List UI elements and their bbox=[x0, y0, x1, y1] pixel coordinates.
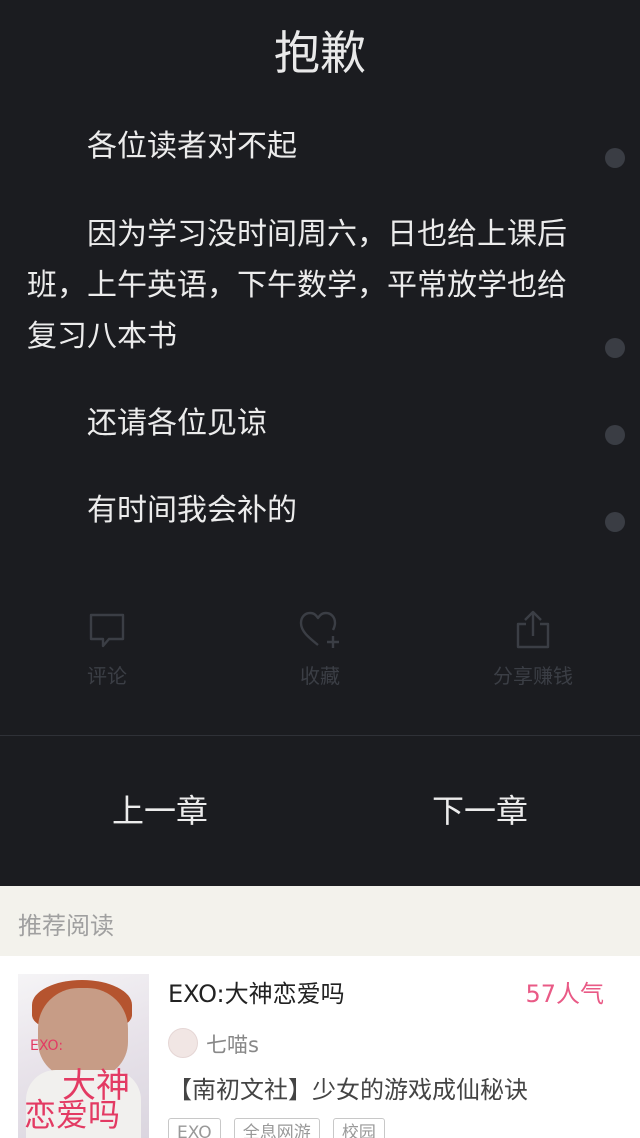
next-chapter-button[interactable]: 下一章 bbox=[320, 785, 640, 837]
share-label: 分享赚钱 bbox=[493, 664, 573, 688]
reader-panel[interactable]: 抱歉 各位读者对不起 因为学习没时间周六，日也给上课后班，上午英语，下午数学，平… bbox=[0, 0, 640, 886]
chapter-title: 抱歉 bbox=[274, 26, 366, 80]
page: 抱歉 各位读者对不起 因为学习没时间周六，日也给上课后班，上午英语，下午数学，平… bbox=[0, 0, 640, 1138]
divider bbox=[0, 735, 640, 736]
book-tag[interactable]: EXO bbox=[168, 1118, 221, 1138]
author-avatar bbox=[168, 1028, 198, 1058]
book-tags: EXO 全息网游 校园 bbox=[168, 1118, 393, 1138]
share-button[interactable]: 分享赚钱 bbox=[463, 610, 603, 689]
book-cover-image[interactable]: EXO: 大神 恋爱吗 bbox=[18, 974, 149, 1138]
favorite-label: 收藏 bbox=[300, 664, 340, 688]
heart-plus-icon bbox=[299, 611, 339, 648]
paragraph-comment-dot[interactable] bbox=[605, 148, 625, 168]
share-upload-icon bbox=[516, 610, 550, 649]
recommend-header: 推荐阅读 bbox=[0, 886, 640, 956]
chapter-paragraph-4: 有时间我会补的 bbox=[87, 493, 297, 528]
recommended-book-card[interactable]: EXO: 大神 恋爱吗 EXO:大神恋爱吗 57人气 七喵s 【南初文社】少女的… bbox=[0, 956, 640, 1138]
cover-text-exo: EXO: bbox=[30, 1038, 64, 1054]
book-title[interactable]: EXO:大神恋爱吗 bbox=[168, 974, 345, 1009]
comment-bubble-icon bbox=[89, 613, 125, 648]
prev-chapter-button[interactable]: 上一章 bbox=[0, 785, 320, 837]
chapter-actions: 评论 收藏 分享赚钱 bbox=[0, 610, 640, 710]
author-name: 七喵s bbox=[206, 1033, 259, 1057]
paragraph-comment-dot[interactable] bbox=[605, 512, 625, 532]
cover-text-line2: 恋爱吗 bbox=[24, 1096, 121, 1134]
favorite-button[interactable]: 收藏 bbox=[250, 610, 390, 689]
paragraph-comment-dot[interactable] bbox=[605, 338, 625, 358]
book-description: 【南初文社】少女的游戏成仙秘诀 bbox=[168, 1076, 528, 1104]
book-tag[interactable]: 全息网游 bbox=[233, 1118, 320, 1138]
comment-label: 评论 bbox=[87, 664, 127, 688]
recommend-header-label: 推荐阅读 bbox=[18, 912, 114, 940]
paragraph-comment-dot[interactable] bbox=[605, 425, 625, 445]
chapter-paragraph-3: 还请各位见谅 bbox=[87, 406, 267, 441]
book-popularity: 57人气 bbox=[525, 980, 604, 1008]
book-tag[interactable]: 校园 bbox=[332, 1118, 385, 1138]
chapter-paragraph-1: 各位读者对不起 bbox=[87, 129, 297, 164]
comment-button[interactable]: 评论 bbox=[37, 610, 177, 689]
chapter-paragraph-2: 因为学习没时间周六，日也给上课后班，上午英语，下午数学，平常放学也给复习八本书 bbox=[27, 217, 567, 354]
